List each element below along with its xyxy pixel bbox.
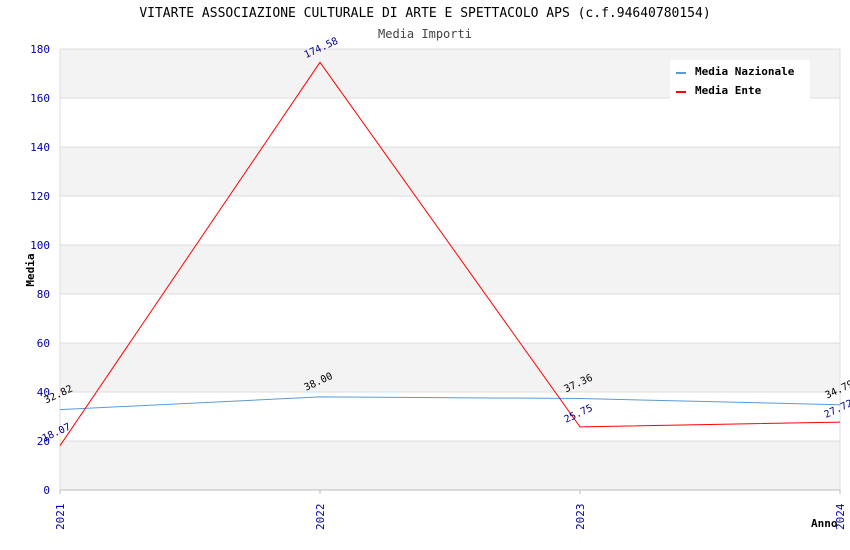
grid-band <box>60 441 840 490</box>
grid-band <box>60 245 840 294</box>
y-tick-label: 140 <box>30 141 50 154</box>
x-tick-label: 2023 <box>574 504 587 531</box>
y-tick-label: 160 <box>30 92 50 105</box>
legend-label: Media Nazionale <box>695 65 795 78</box>
series-line-media-nazionale <box>59 396 841 411</box>
y-tick-label: 120 <box>30 190 50 203</box>
x-axis-ticks: 2021 2022 2023 2024 <box>54 490 847 530</box>
grid-band <box>60 343 840 392</box>
y-axis-label: Media <box>24 253 37 286</box>
x-tick-label: 2021 <box>54 504 67 531</box>
y-tick-label: 180 <box>30 43 50 56</box>
data-label: 27.72 <box>823 398 850 421</box>
y-tick-label: 80 <box>37 288 50 301</box>
y-tick-label: 0 <box>43 484 50 497</box>
legend-label: Media Ente <box>695 84 762 97</box>
grid-band <box>60 147 840 196</box>
x-axis-label: Anno <box>811 517 838 530</box>
y-tick-label: 100 <box>30 239 50 252</box>
data-label: 25.75 <box>563 403 595 426</box>
x-tick-label: 2022 <box>314 504 327 531</box>
y-tick-label: 60 <box>37 337 50 350</box>
line-chart: 020406080100120140160180 2021 2022 2023 202… <box>24 36 850 530</box>
legend: Media Nazionale Media Ente <box>670 60 810 100</box>
